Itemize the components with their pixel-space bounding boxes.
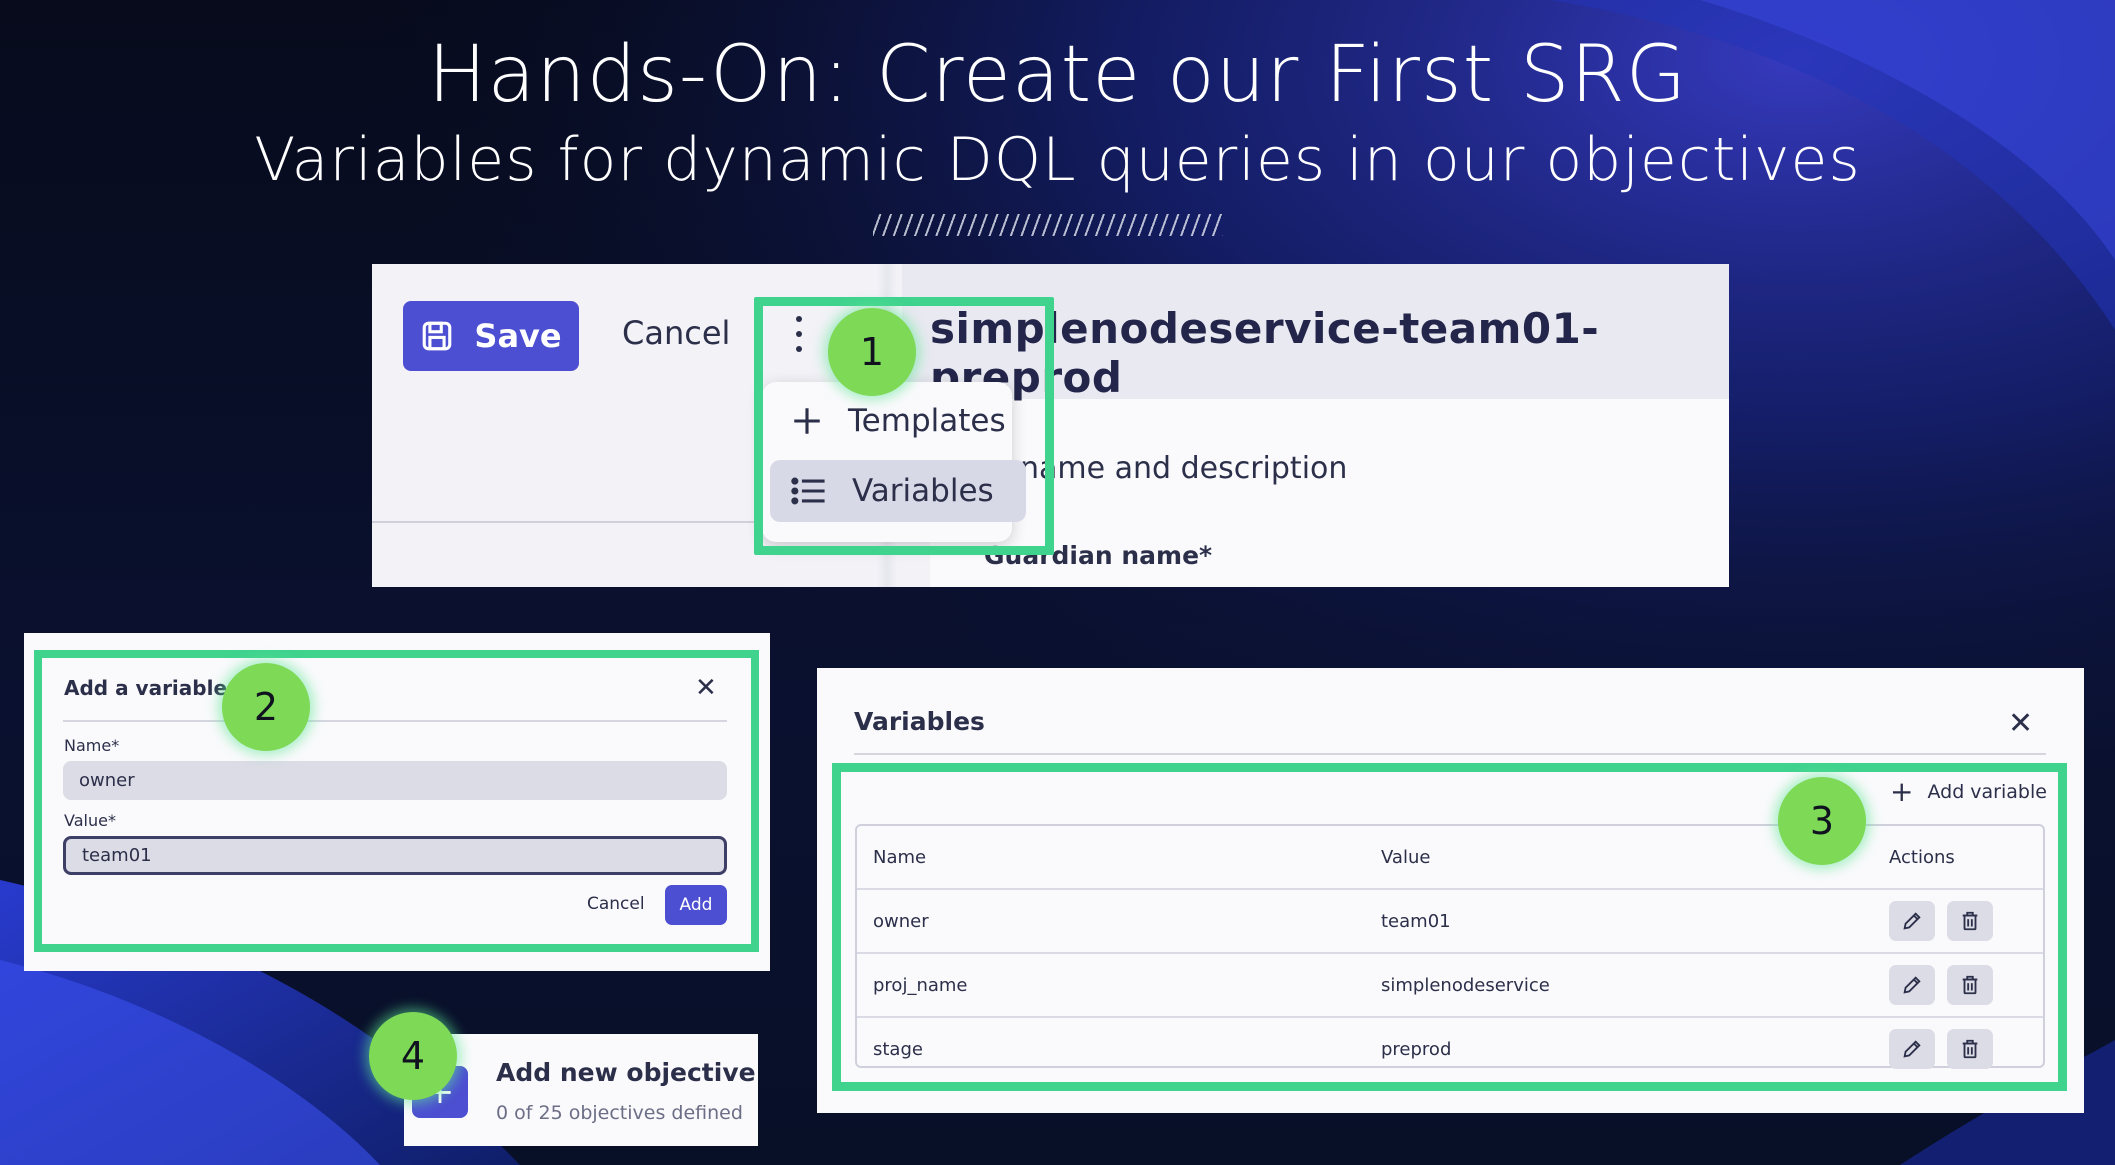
name-label: Name* bbox=[64, 736, 120, 755]
edit-button[interactable] bbox=[1889, 1029, 1935, 1069]
variable-name: stage bbox=[873, 1038, 923, 1060]
slide-subtitle: Variables for dynamic DQL queries in our… bbox=[254, 125, 1861, 195]
add-variable-button[interactable]: + Add variable bbox=[1890, 778, 2047, 806]
variable-value: preprod bbox=[1381, 1038, 1452, 1060]
pencil-icon bbox=[1903, 976, 1921, 994]
step-badge-4: 4 bbox=[369, 1012, 457, 1100]
section-heading: name and description bbox=[1020, 451, 1348, 486]
save-button-label: Save bbox=[474, 317, 562, 355]
variable-value: team01 bbox=[1381, 910, 1451, 932]
column-header-actions: Actions bbox=[1889, 846, 1955, 868]
decorative-hatch bbox=[873, 214, 1223, 236]
pencil-icon bbox=[1903, 912, 1921, 930]
edit-button[interactable] bbox=[1889, 965, 1935, 1005]
trash-icon bbox=[1962, 1039, 1978, 1059]
variable-value: simplenodeservice bbox=[1381, 974, 1550, 996]
trash-icon bbox=[1962, 975, 1978, 995]
delete-button[interactable] bbox=[1947, 901, 1993, 941]
step-badge-1: 1 bbox=[828, 308, 916, 396]
delete-button[interactable] bbox=[1947, 1029, 1993, 1069]
variables-table: Name Value Actions owner team01 proj_nam… bbox=[855, 824, 2045, 1069]
dialog-title: Add a variable bbox=[64, 676, 228, 700]
objectives-count: 0 of 25 objectives defined bbox=[496, 1102, 743, 1124]
close-icon[interactable]: ✕ bbox=[695, 673, 717, 703]
variable-name: proj_name bbox=[873, 974, 968, 996]
plus-icon: + bbox=[1890, 775, 1914, 808]
delete-button[interactable] bbox=[1947, 965, 1993, 1005]
close-icon[interactable]: ✕ bbox=[2008, 706, 2033, 741]
add-objective-title: Add new objective bbox=[496, 1058, 756, 1087]
table-row: owner team01 bbox=[857, 890, 2043, 954]
slide-title: Hands-On: Create our First SRG bbox=[427, 30, 1688, 120]
value-input[interactable]: team01 bbox=[63, 836, 727, 875]
name-input[interactable]: owner bbox=[63, 761, 727, 800]
divider bbox=[63, 720, 727, 722]
pencil-icon bbox=[1903, 1040, 1921, 1058]
column-header-name: Name bbox=[873, 846, 927, 868]
add-button[interactable]: Add bbox=[665, 885, 727, 925]
edit-button[interactable] bbox=[1889, 901, 1935, 941]
trash-icon bbox=[1962, 911, 1978, 931]
table-row: stage preprod bbox=[857, 1018, 2043, 1082]
divider bbox=[854, 753, 2046, 755]
step-badge-3: 3 bbox=[1778, 777, 1866, 865]
add-variable-label: Add variable bbox=[1927, 781, 2047, 803]
step-badge-2: 2 bbox=[222, 663, 310, 751]
dialog-title: Variables bbox=[854, 707, 985, 736]
cancel-button[interactable]: Cancel bbox=[587, 894, 645, 914]
table-header: Name Value Actions bbox=[857, 826, 2043, 890]
cancel-button[interactable]: Cancel bbox=[622, 314, 730, 352]
save-icon bbox=[420, 319, 454, 353]
column-header-value: Value bbox=[1381, 846, 1431, 868]
save-button[interactable]: Save bbox=[403, 301, 579, 371]
value-label: Value* bbox=[64, 811, 116, 830]
variable-name: owner bbox=[873, 910, 929, 932]
table-row: proj_name simplenodeservice bbox=[857, 954, 2043, 1018]
